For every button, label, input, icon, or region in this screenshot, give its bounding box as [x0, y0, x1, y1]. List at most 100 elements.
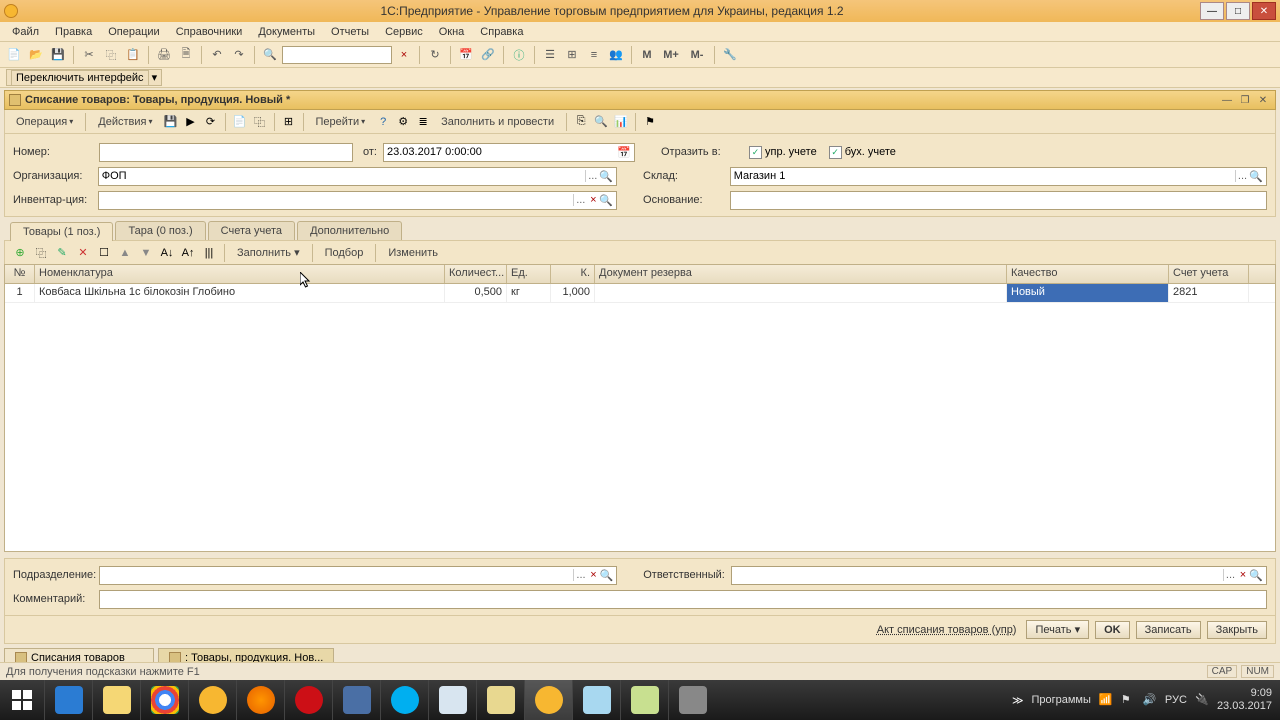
menu-edit[interactable]: Правка	[49, 24, 98, 40]
unpost-icon[interactable]: ⟳	[202, 113, 220, 131]
taskbar-skype[interactable]	[380, 680, 428, 720]
move-down-icon[interactable]: ▼	[137, 244, 155, 262]
cell-k[interactable]: 1,000	[551, 284, 595, 302]
link-icon[interactable]: 🔗	[478, 45, 498, 65]
close-doc-button[interactable]: Закрыть	[1207, 621, 1267, 639]
redo-icon[interactable]: ↷	[229, 45, 249, 65]
fill-button[interactable]: Заполнить ▾	[231, 246, 306, 259]
inv-input[interactable]: ...×🔍	[98, 191, 618, 210]
akt-link[interactable]: Акт списания товаров (упр)	[873, 622, 1021, 638]
doc-minimize-button[interactable]: —	[1219, 93, 1235, 107]
hdr-qty[interactable]: Количест...	[445, 265, 507, 283]
preview-icon[interactable]: 🗎	[176, 45, 196, 65]
settings-icon[interactable]: ⚙	[394, 113, 412, 131]
list-icon[interactable]: ≡	[584, 45, 604, 65]
sort-asc-icon[interactable]: A↓	[158, 244, 176, 262]
actions-button[interactable]: Действия▾	[91, 113, 159, 131]
save-icon[interactable]: 💾	[48, 45, 68, 65]
move-up-icon[interactable]: ▲	[116, 244, 134, 262]
tree-icon[interactable]: ⊞	[562, 45, 582, 65]
add-row-icon[interactable]: ⊕	[11, 244, 29, 262]
new-icon[interactable]: 📄	[4, 45, 24, 65]
otv-select-icon[interactable]: ...	[1223, 569, 1237, 581]
podr-open-icon[interactable]: 🔍	[599, 569, 613, 582]
hdr-acc[interactable]: Счет учета	[1169, 265, 1249, 283]
cell-acc[interactable]: 2821	[1169, 284, 1249, 302]
cut-icon[interactable]: ✂	[79, 45, 99, 65]
taskbar-calc[interactable]	[428, 680, 476, 720]
ok-button[interactable]: OK	[1095, 621, 1130, 639]
start-button[interactable]	[0, 680, 44, 720]
tray-expand-icon[interactable]: ≫	[1012, 694, 1024, 707]
mminus-button[interactable]: M-	[685, 45, 709, 65]
taskbar-app1[interactable]	[332, 680, 380, 720]
taskbar-explorer[interactable]	[92, 680, 140, 720]
edit-row-icon[interactable]: ✎	[53, 244, 71, 262]
copy-icon[interactable]: ⿻	[101, 45, 121, 65]
otv-input[interactable]: ...×🔍	[731, 566, 1267, 585]
help-icon[interactable]: ?	[374, 113, 392, 131]
maximize-button[interactable]: □	[1226, 2, 1250, 20]
open-icon[interactable]: 📂	[26, 45, 46, 65]
tab-accounts[interactable]: Счета учета	[208, 221, 295, 240]
tray-power-icon[interactable]: 🔌	[1195, 693, 1209, 707]
menu-reports[interactable]: Отчеты	[325, 24, 375, 40]
search-dropdown-icon[interactable]: ×	[394, 45, 414, 65]
m-button[interactable]: M	[637, 45, 657, 65]
sklad-open-icon[interactable]: 🔍	[1249, 170, 1263, 183]
taskbar-firefox[interactable]	[236, 680, 284, 720]
taskbar-opera[interactable]	[284, 680, 332, 720]
menu-operations[interactable]: Операции	[102, 24, 165, 40]
cell-doc[interactable]	[595, 284, 1007, 302]
barcode-icon[interactable]: |||	[200, 244, 218, 262]
tray-action-icon[interactable]: ⚑	[1121, 693, 1135, 707]
refresh-icon[interactable]: ↻	[425, 45, 445, 65]
prices-icon[interactable]: ≣	[414, 113, 432, 131]
dt-icon[interactable]: ⎘	[572, 113, 590, 131]
tray-sound-icon[interactable]: 🔊	[1143, 693, 1157, 707]
comm-input[interactable]	[99, 590, 1267, 609]
osn-input[interactable]	[730, 191, 1267, 210]
finish-edit-icon[interactable]: ☐	[95, 244, 113, 262]
save-button[interactable]: Записать	[1136, 621, 1201, 639]
inv-clear-icon[interactable]: ×	[587, 194, 599, 206]
sklad-input[interactable]: Магазин 1...🔍	[730, 167, 1267, 186]
tab-goods[interactable]: Товары (1 поз.)	[10, 222, 113, 241]
podr-clear-icon[interactable]: ×	[587, 569, 599, 581]
sort-desc-icon[interactable]: A↑	[179, 244, 197, 262]
taskbar-notes[interactable]	[620, 680, 668, 720]
sklad-select-icon[interactable]: ...	[1235, 170, 1249, 182]
taskbar-app3[interactable]	[668, 680, 716, 720]
menu-catalogs[interactable]: Справочники	[170, 24, 249, 40]
tab-tare[interactable]: Тара (0 поз.)	[115, 221, 205, 240]
fill-and-post-button[interactable]: Заполнить и провести	[434, 113, 561, 131]
operation-button[interactable]: Операция▾	[9, 113, 80, 131]
users-icon[interactable]: 👥	[606, 45, 626, 65]
goto-button[interactable]: Перейти▾	[309, 113, 373, 131]
hdr-qual[interactable]: Качество	[1007, 265, 1169, 283]
hdr-k[interactable]: К.	[551, 265, 595, 283]
taskbar-notepad[interactable]	[572, 680, 620, 720]
cell-ed[interactable]: кг	[507, 284, 551, 302]
table-row[interactable]: 1 Ковбаса Шкільна 1с білокозін Глобино 0…	[5, 284, 1275, 303]
basedon-icon[interactable]: 📄	[231, 113, 249, 131]
menu-file[interactable]: Файл	[6, 24, 45, 40]
tools-icon[interactable]: 🔧	[720, 45, 740, 65]
doc-restore-button[interactable]: ❐	[1237, 93, 1253, 107]
tray-network-icon[interactable]: 📶	[1099, 693, 1113, 707]
hdr-nom[interactable]: Номенклатура	[35, 265, 445, 283]
hdr-n[interactable]: №	[5, 265, 35, 283]
mplus-button[interactable]: M+	[659, 45, 683, 65]
cell-n[interactable]: 1	[5, 284, 35, 302]
copy-row-icon[interactable]: ⿻	[32, 244, 50, 262]
preview-doc-icon[interactable]: 🔍	[592, 113, 610, 131]
tray-programs[interactable]: Программы	[1031, 694, 1090, 706]
buh-checkbox[interactable]: ✓бух. учете	[829, 146, 896, 159]
goods-grid[interactable]: № Номенклатура Количест... Ед. К. Докуме…	[4, 264, 1276, 552]
structure-icon[interactable]: ☰	[540, 45, 560, 65]
calendar-icon[interactable]: 📅	[456, 45, 476, 65]
org-select-icon[interactable]: ...	[585, 170, 599, 182]
otv-open-icon[interactable]: 🔍	[1249, 569, 1263, 582]
report-icon[interactable]: 📊	[612, 113, 630, 131]
cell-nom[interactable]: Ковбаса Шкільна 1с білокозін Глобино	[35, 284, 445, 302]
